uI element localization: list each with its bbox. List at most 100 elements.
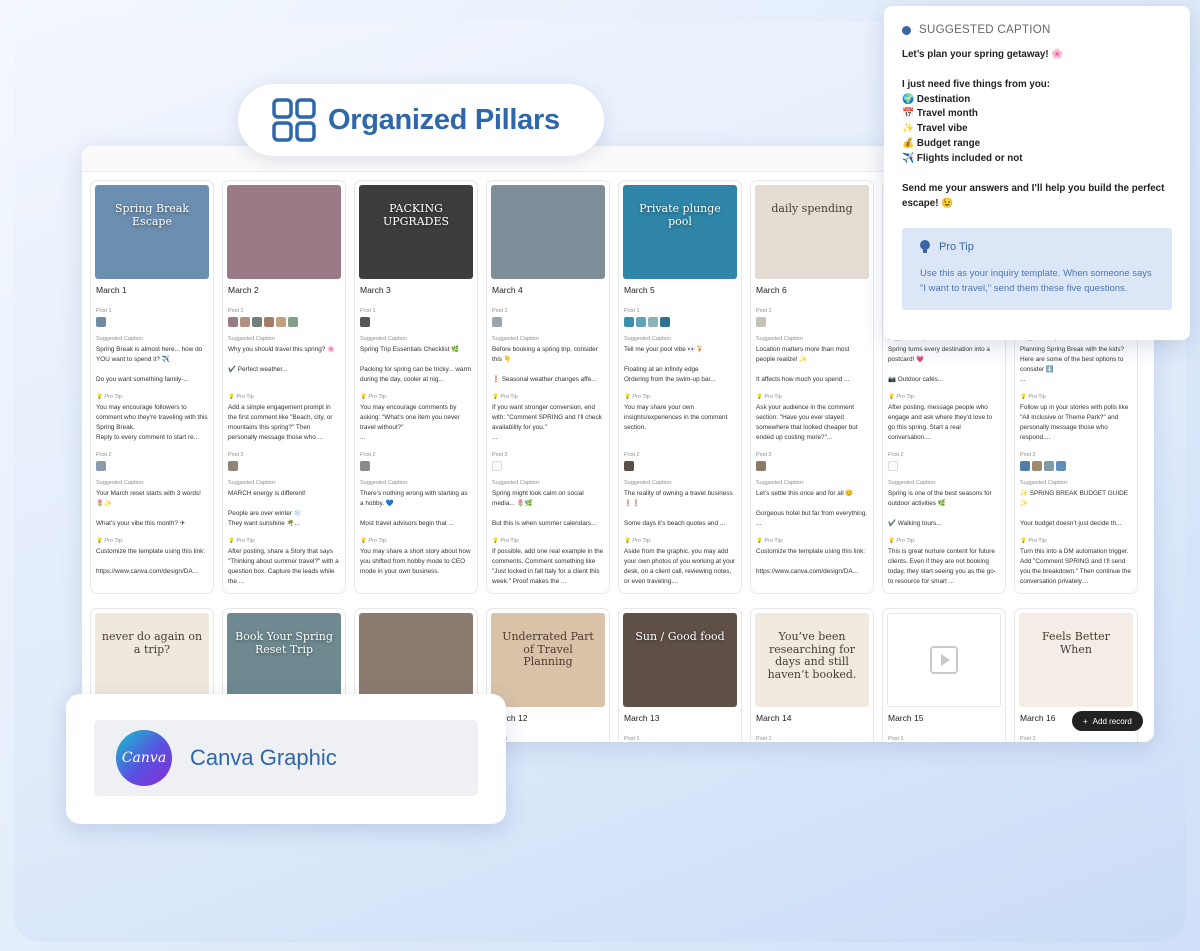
suggested-caption-label: Suggested Caption: (492, 480, 541, 486)
card-thumbnail[interactable]: You’ve been researching for days and sti… (755, 613, 869, 707)
card-thumbnail[interactable]: Book Your Spring Reset Trip (227, 613, 341, 707)
canva-graphic-title: Canva Graphic (190, 745, 337, 770)
card-thumbnail[interactable]: Sun / Good food (623, 613, 737, 707)
card-date: March 13 (624, 713, 660, 723)
post-thumbnail[interactable] (96, 317, 106, 327)
suggested-caption-label: Suggested Caption: (756, 480, 805, 486)
post-thumbnails (492, 461, 604, 471)
canva-graphic-badge: Canva Canva Graphic (66, 694, 506, 824)
post-thumbnail[interactable] (360, 461, 370, 471)
thumbnail-text: Book Your Spring Reset Trip (235, 630, 333, 656)
pro-tip-label: 💡 Pro Tip: (360, 538, 388, 544)
post-thumbnail[interactable] (264, 317, 274, 327)
plus-icon: + (1083, 716, 1088, 726)
post-thumbnail[interactable] (756, 461, 766, 471)
pro-tip-preview: After posting, message people who engage… (888, 404, 993, 441)
calendar-card[interactable]: Private plunge pool March 5 Post 1 Suggeste… (618, 180, 742, 594)
popup-heading: SUGGESTED CAPTION (919, 24, 1051, 36)
post-thumbnail[interactable] (96, 461, 106, 471)
pro-tip-preview: This is great nurture content for future… (888, 548, 996, 585)
caption-line: 📅 Travel month (902, 108, 978, 120)
pro-tip-label: 💡 Pro Tip: (1020, 538, 1048, 544)
post-1-label: Post 1 (888, 736, 904, 742)
post-thumbnail[interactable] (276, 317, 286, 327)
post-thumbnail[interactable] (888, 461, 898, 471)
card-date: March 15 (888, 713, 924, 723)
card-thumbnail[interactable] (359, 613, 473, 707)
calendar-card[interactable]: daily spending March 6 Post 1 Suggested Cap… (750, 180, 874, 594)
suggested-caption-label: Suggested Caption: (360, 480, 409, 486)
card-date: March 6 (756, 285, 787, 295)
post-1-label: Post 1 (228, 308, 244, 314)
caption-line (902, 167, 1172, 182)
suggested-caption-label: Suggested Caption: (228, 480, 277, 486)
calendar-card[interactable]: March 2 Post 1 Suggested Caption Why you sh… (222, 180, 346, 594)
post-thumbnails (756, 317, 868, 327)
post-thumbnail[interactable] (492, 461, 502, 471)
caption-preview: Why you should travel this spring? 🌸 ✔️ … (228, 346, 336, 373)
post-thumbnail[interactable] (624, 461, 634, 471)
post-1-label: Post 1 (492, 736, 604, 742)
post-thumbnail[interactable] (636, 317, 646, 327)
pro-tip-preview: Ask your audience in the comment section… (756, 404, 858, 441)
card-date: March 5 (624, 285, 655, 295)
card-thumbnail[interactable]: Spring Break Escape (95, 185, 209, 279)
post-thumbnails (96, 317, 208, 327)
suggested-caption-label: Suggested Caption: (96, 480, 145, 486)
post-thumbnail[interactable] (228, 317, 238, 327)
card-thumbnail[interactable]: daily spending (755, 185, 869, 279)
card-thumbnail[interactable]: Private plunge pool (623, 185, 737, 279)
post-thumbnail[interactable] (624, 317, 634, 327)
card-thumbnail[interactable] (491, 185, 605, 279)
post-thumbnail[interactable] (228, 461, 238, 471)
caption-preview: Let’s settle this once and for all 😊 Gor… (756, 490, 868, 527)
post-1-label: Post 1 (756, 736, 772, 742)
caption-preview: Spring turns every destination into a po… (888, 346, 990, 383)
card-thumbnail[interactable]: Feels Better When (1019, 613, 1133, 707)
calendar-card[interactable]: Spring Break Escape March 1 Post 1 Suggeste… (90, 180, 214, 594)
caption-preview: ✨ SPRING BREAK BUDGET GUIDE ✨ Your budge… (1020, 490, 1128, 527)
add-record-button[interactable]: + Add record (1072, 711, 1143, 731)
calendar-card[interactable]: You’ve been researching for days and sti… (750, 608, 874, 742)
post-thumbnail[interactable] (252, 317, 262, 327)
post-thumbnail[interactable] (660, 317, 670, 327)
thumbnail-text: PACKING UPGRADES (382, 202, 450, 228)
caption-preview: Spring Break is almost here... how do YO… (96, 346, 203, 383)
post-thumbnail[interactable] (240, 317, 250, 327)
post-2-label: Post 2 (624, 452, 640, 458)
thumbnail-text: Spring Break Escape (114, 202, 190, 228)
lightbulb-icon (920, 239, 930, 254)
post-thumbnail[interactable] (360, 317, 370, 327)
post-thumbnails (1020, 461, 1132, 471)
card-thumbnail[interactable]: Underrated Part of Travel Planning (491, 613, 605, 707)
post-thumbnail[interactable] (1044, 461, 1054, 471)
suggested-caption-label: Suggested Caption: (1020, 480, 1069, 486)
calendar-card[interactable]: PACKING UPGRADES March 3 Post 1 Suggested C… (354, 180, 478, 594)
post-thumbnail[interactable] (648, 317, 658, 327)
post-thumbnails (624, 461, 736, 471)
post-thumbnail[interactable] (1032, 461, 1042, 471)
post-1-label: Post 1 (360, 308, 376, 314)
post-thumbnail[interactable] (1056, 461, 1066, 471)
post-thumbnails (888, 461, 1000, 471)
status-dot-icon (902, 25, 911, 35)
suggested-caption-label: Suggested Caption (96, 336, 143, 342)
card-thumbnail[interactable] (227, 185, 341, 279)
card-thumbnail[interactable]: never do again on a trip? (95, 613, 209, 707)
post-thumbnail[interactable] (288, 317, 298, 327)
post-1-label: Post 1 (624, 308, 640, 314)
post-thumbnail[interactable] (756, 317, 766, 327)
post-thumbnail[interactable] (1020, 461, 1030, 471)
pro-tip-preview: Turn this into a DM automation trigger. … (1020, 548, 1131, 585)
card-thumbnail[interactable] (887, 613, 1001, 707)
calendar-card[interactable]: March 4 Post 1 Suggested Caption Before boo… (486, 180, 610, 594)
post-1-label: Post 1 (756, 308, 772, 314)
post-thumbnail[interactable] (492, 317, 502, 327)
calendar-card[interactable]: Sun / Good food March 13 Post 1 (618, 608, 742, 742)
calendar-card[interactable]: March 15 Post 1 (882, 608, 1006, 742)
card-thumbnail[interactable]: PACKING UPGRADES (359, 185, 473, 279)
post-2-label: Post 2 (492, 452, 508, 458)
post-thumbnails (228, 317, 340, 327)
post-thumbnails (228, 461, 340, 471)
caption-line: I just need five things from you: (902, 78, 1051, 90)
